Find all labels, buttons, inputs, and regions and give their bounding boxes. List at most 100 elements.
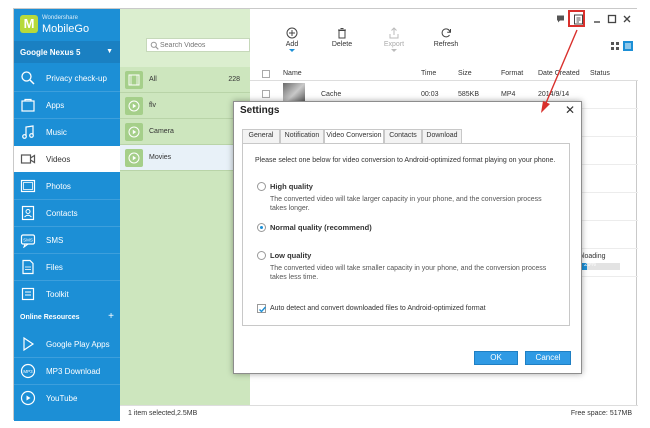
column-time[interactable]: Time	[421, 70, 436, 77]
refresh-button[interactable]: Refresh	[424, 27, 468, 48]
window-controls	[555, 14, 633, 26]
tab-download[interactable]: Download	[422, 129, 462, 143]
minimize-icon[interactable]	[591, 14, 603, 26]
sidebar-item-google-play-apps[interactable]: Google Play Apps	[14, 331, 120, 357]
file-name: Cache	[321, 91, 342, 98]
low-quality-radio[interactable]	[257, 251, 266, 260]
column-date-created[interactable]: Date Created	[538, 70, 580, 77]
category-item-flv[interactable]: flv	[120, 93, 250, 119]
folder-icon	[22, 259, 34, 275]
low-quality-label[interactable]: Low quality	[270, 251, 311, 260]
sidebar-item-youtube[interactable]: YouTube	[14, 385, 120, 411]
category-count: 228	[228, 76, 240, 83]
free-space: Free space: 517MB	[570, 410, 632, 417]
contacts-icon	[21, 205, 35, 221]
chevron-down-icon[interactable]	[289, 49, 295, 52]
sidebar-item-files[interactable]: Files	[14, 254, 120, 280]
select-all-checkbox[interactable]	[262, 70, 270, 78]
sidebar-item-label: SMS	[46, 236, 64, 245]
category-item-camera[interactable]: Camera	[120, 119, 250, 145]
tab-notification[interactable]: Notification	[280, 129, 324, 143]
file-table-header: Name Time Size Format Date Created Statu…	[250, 67, 638, 81]
video-camera-icon	[20, 154, 36, 164]
sidebar-item-label: YouTube	[46, 394, 78, 403]
online-resources-title: Online Resources	[20, 314, 80, 321]
export-label: Export	[383, 41, 405, 48]
normal-quality-radio[interactable]	[257, 223, 266, 232]
search-box[interactable]	[146, 38, 250, 52]
tab-general[interactable]: General	[242, 129, 280, 143]
category-pane: All 228 flv Camera Movies	[120, 9, 250, 421]
auto-detect-label[interactable]: Auto detect and convert downloaded files…	[270, 305, 486, 312]
category-label: flv	[149, 102, 156, 109]
maximize-icon[interactable]	[606, 14, 618, 26]
sidebar-item-photos[interactable]: Photos	[14, 173, 120, 199]
ok-button[interactable]: OK	[474, 351, 518, 365]
youtube-icon	[20, 390, 36, 406]
column-size[interactable]: Size	[458, 70, 472, 77]
device-selector[interactable]: Google Nexus 5 ▼	[14, 41, 120, 63]
sidebar-item-label: MP3 Download	[46, 367, 101, 376]
sidebar-item-label: Videos	[46, 155, 71, 164]
list-view-icon[interactable]	[623, 41, 633, 51]
high-quality-label[interactable]: High quality	[270, 182, 313, 191]
sms-icon: SMS	[20, 234, 36, 248]
cancel-button[interactable]: Cancel	[525, 351, 571, 365]
svg-text:SMS: SMS	[23, 238, 33, 243]
sidebar-item-videos[interactable]: Videos	[14, 146, 120, 172]
music-note-icon	[22, 125, 34, 139]
brand-name: MobileGo	[42, 23, 90, 35]
column-format[interactable]: Format	[501, 70, 523, 77]
intro-text: Please select one below for video conver…	[255, 157, 556, 164]
logo-icon: M	[20, 15, 38, 33]
dialog-title: Settings	[240, 105, 280, 116]
sidebar-item-toolkit[interactable]: Toolkit	[14, 281, 120, 307]
export-button[interactable]: Export	[372, 27, 416, 52]
sidebar-item-music[interactable]: Music	[14, 119, 120, 145]
search-input[interactable]	[160, 40, 248, 50]
high-quality-radio[interactable]	[257, 182, 266, 191]
category-item-movies[interactable]: Movies	[120, 145, 250, 171]
sidebar-item-label: Toolkit	[46, 290, 69, 299]
column-status[interactable]: Status	[590, 70, 610, 77]
category-label: Camera	[149, 128, 174, 135]
sidebar-item-privacy-check-up[interactable]: Privacy check-up	[14, 65, 120, 91]
sidebar-item-contacts[interactable]: Contacts	[14, 200, 120, 226]
high-quality-description: The converted video will take larger cap…	[270, 196, 542, 212]
low-quality-description: The converted video will take smaller ca…	[270, 265, 547, 281]
grid-view-icon[interactable]	[610, 41, 620, 51]
sidebar-item-label: Privacy check-up	[46, 74, 107, 83]
sidebar-item-mp3-download[interactable]: MP3 MP3 Download	[14, 358, 120, 384]
close-icon[interactable]	[621, 14, 633, 26]
refresh-icon	[441, 28, 451, 38]
play-store-icon	[23, 336, 35, 352]
auto-detect-checkbox[interactable]	[257, 304, 267, 313]
category-item-all[interactable]: All 228	[120, 67, 250, 93]
mp3-icon: MP3	[20, 363, 36, 379]
video-folder-icon	[125, 71, 143, 89]
add-resource-button[interactable]: +	[108, 311, 114, 322]
svg-text:MP3: MP3	[23, 369, 33, 374]
column-name[interactable]: Name	[283, 70, 302, 77]
row-checkbox[interactable]	[262, 90, 270, 98]
logo: M Wondershare MobileGo	[14, 9, 120, 41]
sidebar-item-apps[interactable]: Apps	[14, 92, 120, 118]
normal-quality-label[interactable]: Normal quality (recommend)	[270, 223, 372, 232]
sidebar-item-label: Music	[46, 128, 67, 137]
chevron-down-icon	[391, 49, 397, 52]
file-size: 585KB	[458, 91, 480, 98]
search-icon	[150, 41, 159, 50]
add-button[interactable]: Add	[270, 27, 314, 52]
checkmark-icon	[259, 306, 267, 313]
tab-video-conversion[interactable]: Video Conversion	[324, 129, 384, 144]
annotation-highlight-box	[568, 10, 585, 27]
feedback-icon[interactable]	[555, 14, 567, 26]
delete-label: Delete	[331, 41, 353, 48]
photo-icon	[20, 179, 36, 193]
magnifier-icon	[21, 71, 35, 85]
tab-contacts[interactable]: Contacts	[384, 129, 422, 143]
sidebar-item-sms[interactable]: SMS SMS	[14, 227, 120, 253]
delete-button[interactable]: Delete	[320, 27, 364, 48]
sidebar: M Wondershare MobileGo Google Nexus 5 ▼ …	[14, 9, 120, 421]
close-icon[interactable]: ✕	[565, 103, 575, 117]
